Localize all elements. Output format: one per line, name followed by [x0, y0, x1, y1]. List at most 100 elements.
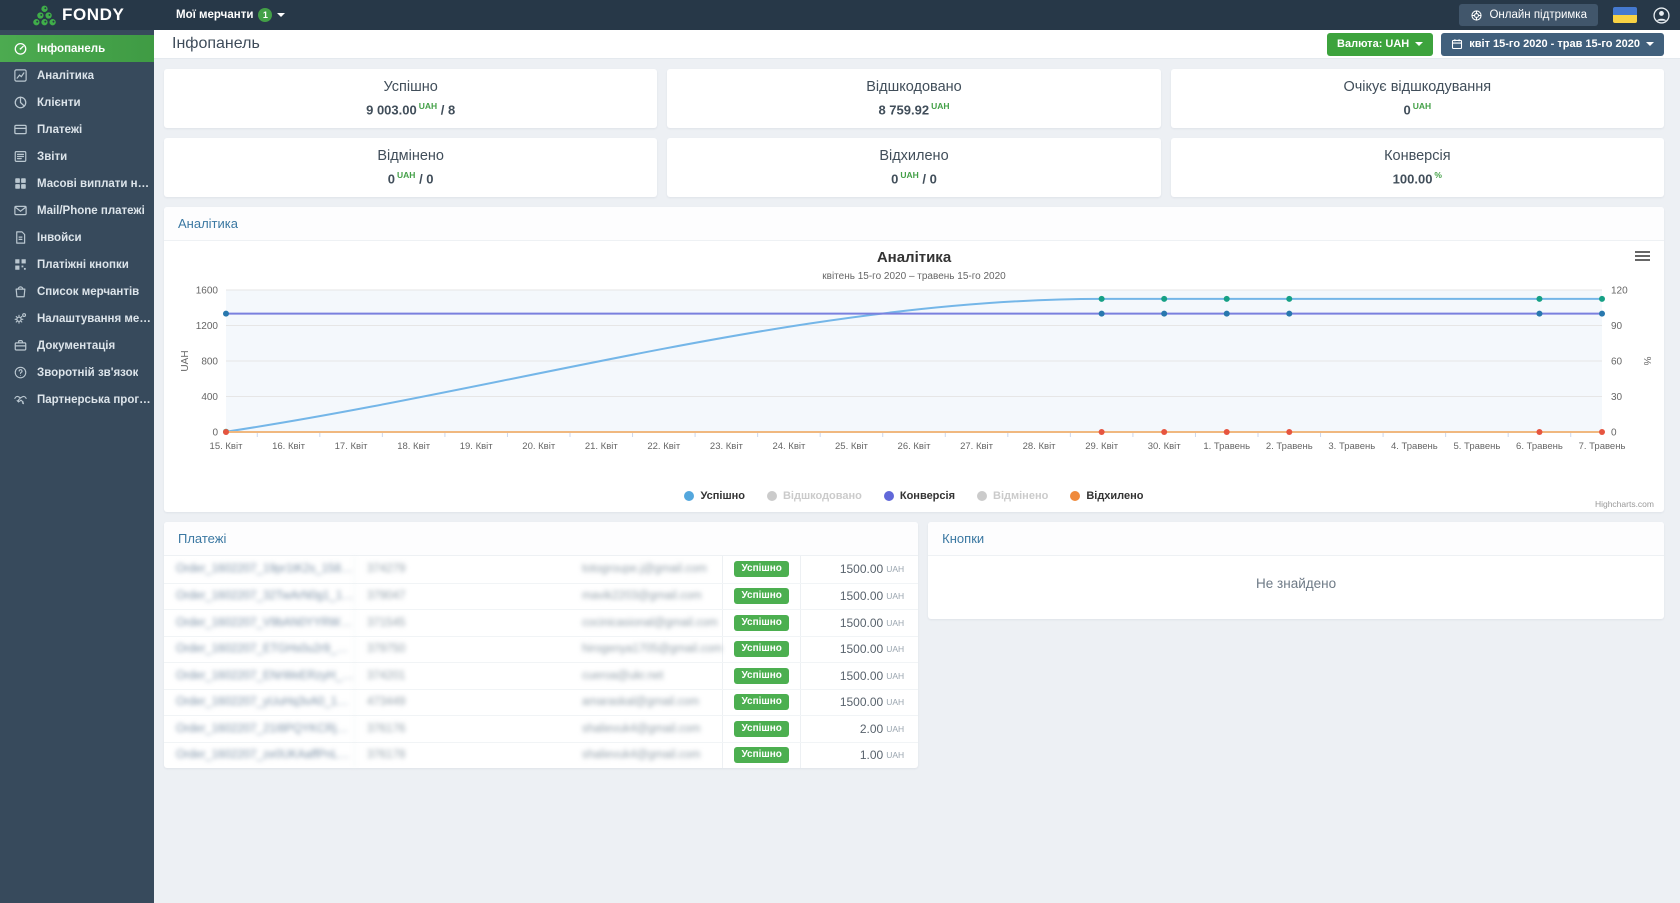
- sidebar-item-invoices[interactable]: Інвойси: [0, 224, 154, 251]
- sidebar-item-merchant-list[interactable]: Список мерчантів: [0, 278, 154, 305]
- legend-dot-icon: [684, 491, 694, 501]
- stat-value: 0UAH: [1404, 101, 1432, 117]
- grid-icon: [13, 176, 28, 191]
- bag-icon: [13, 284, 28, 299]
- legend-item-Відмінено[interactable]: Відмінено: [977, 490, 1048, 502]
- email-cell: shalievuk4@gmail.com: [474, 749, 722, 761]
- payment-id-cell: 379047: [354, 584, 474, 610]
- stat-unit: %: [1434, 170, 1442, 180]
- chart-export-menu-icon[interactable]: [1635, 251, 1650, 263]
- payment-row[interactable]: Order_1602207_21I8PQYKCRj_15884554237617…: [164, 715, 918, 742]
- email-cell: amaraskal@gmail.com: [474, 696, 722, 708]
- user-account-icon[interactable]: [1652, 6, 1671, 25]
- svg-text:20. Квіт: 20. Квіт: [522, 441, 556, 452]
- payment-id-cell: 376178: [354, 743, 474, 769]
- status-cell: Успішно: [722, 690, 800, 716]
- legend-item-Відхилено[interactable]: Відхилено: [1070, 490, 1143, 502]
- envelope-icon: [13, 203, 28, 218]
- legend-label: Відшкодовано: [783, 490, 862, 502]
- legend-item-Успішно[interactable]: Успішно: [684, 490, 745, 502]
- svg-text:%: %: [1641, 357, 1652, 366]
- sidebar-item-reports[interactable]: Звіти: [0, 143, 154, 170]
- sidebar-item-pay-buttons[interactable]: Платіжні кнопки: [0, 251, 154, 278]
- topbar-right: Онлайн підтримка: [1459, 4, 1680, 26]
- amount-currency: UAH: [886, 591, 904, 601]
- svg-text:5. Травень: 5. Травень: [1453, 441, 1500, 452]
- legend-item-Конверсія[interactable]: Конверсія: [884, 490, 955, 502]
- stat-value: 9 003.00UAH / 8: [366, 101, 455, 117]
- analytics-chart: 040080012001600030609012015. Квіт16. Кві…: [174, 282, 1654, 482]
- currency-button-label: Валюта: UAH: [1337, 38, 1409, 50]
- online-support-button[interactable]: Онлайн підтримка: [1459, 4, 1598, 26]
- svg-text:26. Квіт: 26. Квіт: [898, 441, 932, 452]
- fondy-logo[interactable]: FONDY: [0, 5, 154, 26]
- svg-text:15. Квіт: 15. Квіт: [210, 441, 244, 452]
- currency-button[interactable]: Валюта: UAH: [1327, 33, 1433, 56]
- legend-item-Відшкодовано[interactable]: Відшкодовано: [767, 490, 862, 502]
- order-id-cell: Order_1602207_ETGHs0u2r9_1588327912: [164, 643, 354, 655]
- stat-title: Очікує відшкодування: [1343, 79, 1491, 95]
- svg-text:17. Квіт: 17. Квіт: [335, 441, 369, 452]
- credit-card-icon: [13, 122, 28, 137]
- legend-dot-icon: [767, 491, 777, 501]
- sidebar-item-feedback[interactable]: Зворотній зв'язок: [0, 359, 154, 386]
- legend-label: Конверсія: [900, 490, 955, 502]
- chart-body: Аналітика квітень 15-го 2020 – травень 1…: [164, 241, 1664, 512]
- status-badge: Успішно: [734, 721, 788, 737]
- sidebar-item-analytics[interactable]: Аналітика: [0, 62, 154, 89]
- order-id-cell: Order_1602207_ze0UKAaffPnL_158695327: [164, 749, 354, 761]
- payment-id-cell: 371545: [354, 610, 474, 636]
- amount-currency: UAH: [886, 697, 904, 707]
- highcharts-credit-link[interactable]: Highcharts.com: [1595, 499, 1654, 509]
- payments-panel-heading: Платежі: [164, 522, 918, 556]
- sidebar-item-mail-phone[interactable]: Mail/Phone платежі: [0, 197, 154, 224]
- status-badge: Успішно: [734, 561, 788, 577]
- my-merchants-dropdown[interactable]: Мої мерчанти 1: [176, 8, 285, 22]
- sidebar-item-mass-payouts[interactable]: Масові виплати на карти: [0, 170, 154, 197]
- sidebar-item-documentation[interactable]: Документація: [0, 332, 154, 359]
- payment-row[interactable]: Order_1602207_V9bAN0YYRW_158841418371545…: [164, 609, 918, 636]
- payment-row[interactable]: Order_1602207_32TwArN0g1_158878474379047…: [164, 583, 918, 610]
- svg-text:4. Травень: 4. Травень: [1391, 441, 1438, 452]
- sidebar-item-label: Зворотній зв'язок: [37, 367, 138, 379]
- svg-text:16. Квіт: 16. Квіт: [272, 441, 306, 452]
- amount-cell: 1.00UAH: [800, 743, 918, 769]
- payment-row[interactable]: Order_1602207_yUuHq3vA0_1588179175473449…: [164, 689, 918, 716]
- legend-dot-icon: [977, 491, 987, 501]
- stat-unit: UAH: [900, 170, 918, 180]
- sidebar-item-partner-program[interactable]: Партнерська програма: [0, 386, 154, 413]
- ukraine-flag-icon[interactable]: [1613, 7, 1637, 23]
- sidebar-item-dashboard[interactable]: Інфопанель: [0, 35, 154, 62]
- sidebar-item-merchant-settings[interactable]: Налаштування мерчанта: [0, 305, 154, 332]
- payment-row[interactable]: Order_1602207_19pr1tK2s_1588863691374279…: [164, 556, 918, 583]
- svg-text:90: 90: [1611, 321, 1623, 332]
- stat-title: Відхилено: [879, 148, 948, 164]
- payment-row[interactable]: Order_1602207_ENrWeERzyH_158824806237420…: [164, 662, 918, 689]
- merchants-count-badge: 1: [258, 8, 272, 22]
- chart-legend: Успішно Відшкодовано Конверсія Відмінено Від…: [174, 490, 1654, 504]
- payment-row[interactable]: Order_1602207_ze0UKAaffPnL_1586953273761…: [164, 742, 918, 769]
- sidebar-item-payments[interactable]: Платежі: [0, 116, 154, 143]
- payment-id-cell: 376176: [354, 716, 474, 742]
- report-lines-icon: [13, 149, 28, 164]
- legend-label: Успішно: [700, 490, 745, 502]
- status-badge: Успішно: [734, 641, 788, 657]
- main-area: Інфопанель Валюта: UAH квіт 15-го 2020 -…: [154, 30, 1680, 903]
- status-badge: Успішно: [734, 747, 788, 763]
- stat-unit: UAH: [931, 101, 949, 111]
- svg-text:25. Квіт: 25. Квіт: [835, 441, 869, 452]
- chart-subtitle: квітень 15-го 2020 – травень 15-го 2020: [174, 271, 1654, 282]
- email-cell: totogroupe.j@gmail.com: [474, 563, 722, 575]
- stat-card: Конверсія100.00%: [1171, 138, 1664, 197]
- top-bar: FONDY Мої мерчанти 1 Онлайн підтримка: [0, 0, 1680, 30]
- status-badge: Успішно: [734, 694, 788, 710]
- amount-currency: UAH: [886, 618, 904, 628]
- status-cell: Успішно: [722, 610, 800, 636]
- payment-row[interactable]: Order_1602207_ETGHs0u2r9_158832791237975…: [164, 636, 918, 663]
- svg-text:3. Травень: 3. Травень: [1328, 441, 1375, 452]
- sidebar-item-clients[interactable]: Клієнти: [0, 89, 154, 116]
- amount-cell: 1500.00UAH: [800, 556, 918, 583]
- status-badge: Успішно: [734, 668, 788, 684]
- date-range-button[interactable]: квіт 15-го 2020 - трав 15-го 2020: [1441, 33, 1664, 56]
- legend-dot-icon: [1070, 491, 1080, 501]
